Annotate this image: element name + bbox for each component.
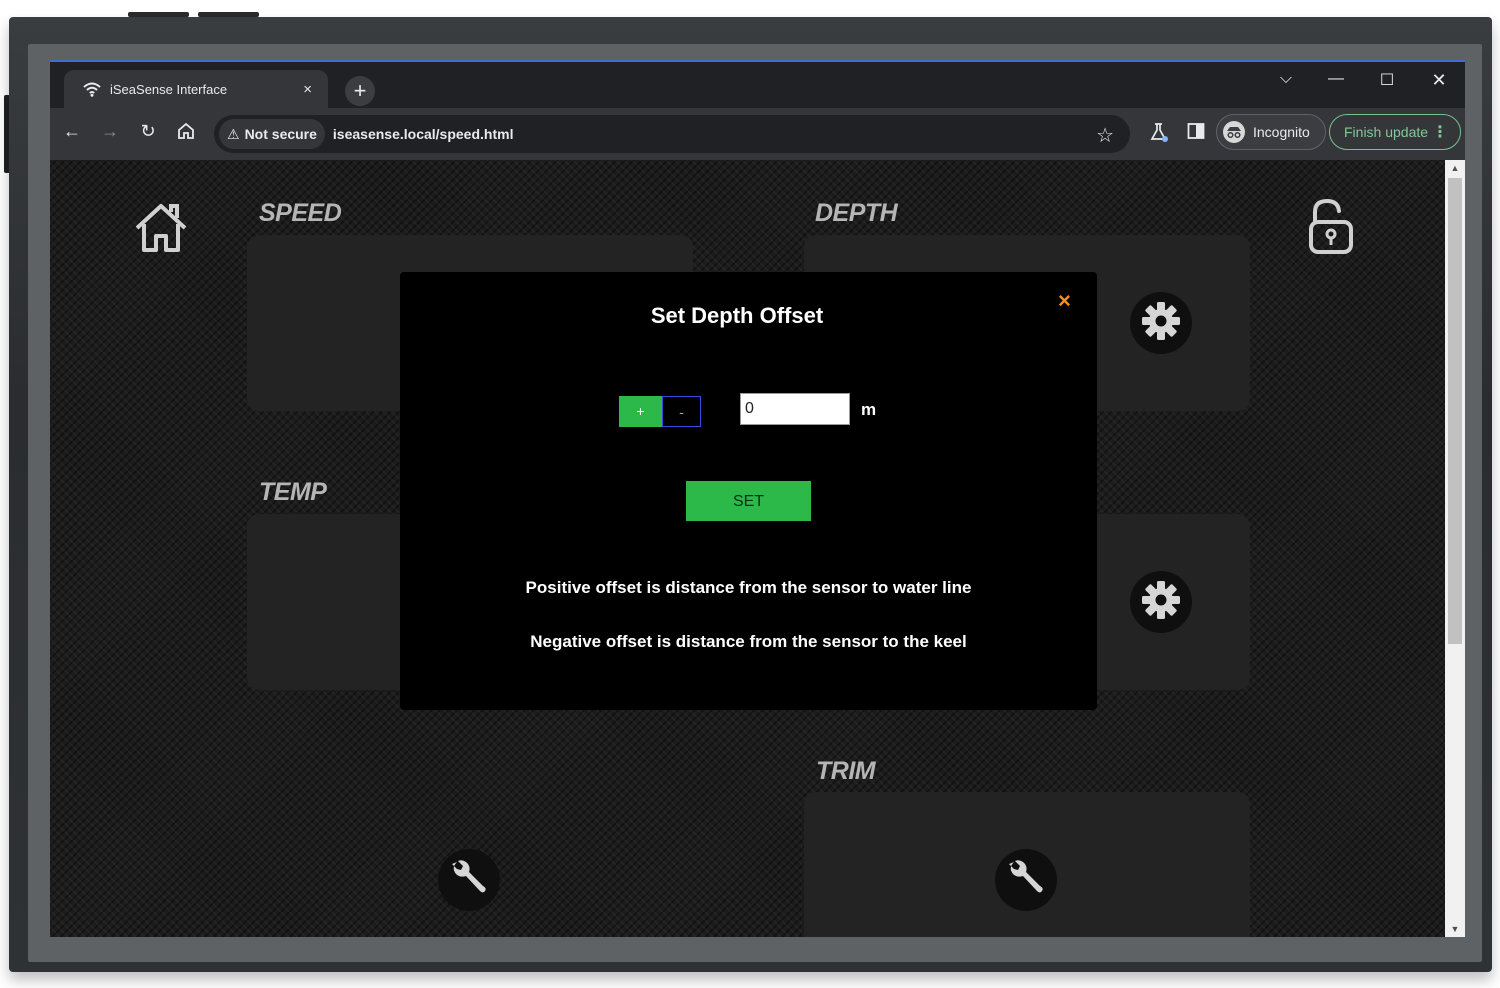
increase-offset-button[interactable]: + <box>619 396 662 427</box>
warning-icon: ⚠ <box>227 125 240 142</box>
gear-icon <box>1140 300 1182 347</box>
speed-section-title: SPEED <box>259 199 342 227</box>
tab-title: iSeaSense Interface <box>110 81 228 97</box>
incognito-button[interactable]: Incognito <box>1216 114 1326 150</box>
decrease-offset-button[interactable]: - <box>662 396 701 427</box>
finish-update-label: Finish update <box>1344 124 1429 140</box>
home-icon[interactable] <box>173 122 199 145</box>
trim-tools-button[interactable] <box>995 849 1057 911</box>
maximize-icon[interactable]: ☐ <box>1367 70 1407 90</box>
scroll-down-arrow-icon[interactable]: ▼ <box>1445 921 1465 937</box>
bookmark-star-icon[interactable]: ☆ <box>1096 123 1114 148</box>
depth-settings-button[interactable] <box>1130 292 1192 354</box>
negative-offset-info: Negative offset is distance from the sen… <box>530 632 967 651</box>
wifi-icon <box>82 79 102 99</box>
unlock-icon[interactable] <box>1305 198 1361 263</box>
scroll-up-arrow-icon[interactable]: ▲ <box>1445 160 1465 176</box>
modal-close-icon[interactable]: × <box>1058 288 1071 314</box>
gear-icon <box>1140 579 1182 626</box>
security-chip-label: Not secure <box>244 126 317 142</box>
set-offset-button[interactable]: SET <box>686 481 811 521</box>
left-tools-button[interactable] <box>438 849 500 911</box>
minimize-icon[interactable]: — <box>1316 70 1356 88</box>
incognito-label: Incognito <box>1253 124 1310 140</box>
more-menu-icon[interactable]: ⋮ <box>1432 122 1448 142</box>
wrench-icon <box>449 858 489 903</box>
modal-title: Set Depth Offset <box>650 303 824 328</box>
close-window-icon[interactable]: ✕ <box>1419 70 1459 91</box>
browser-toolbar: ← → ↻ ⚠ Not secure iseasense.local/speed… <box>50 108 1465 160</box>
offset-input[interactable] <box>740 393 850 425</box>
temp-section-title: TEMP <box>259 478 327 506</box>
security-chip[interactable]: ⚠ Not secure <box>219 119 325 149</box>
temp-settings-button[interactable] <box>1130 571 1192 633</box>
scrollbar-thumb[interactable] <box>1448 178 1462 644</box>
wrench-icon <box>1006 858 1046 903</box>
positive-offset-info: Positive offset is distance from the sen… <box>525 578 972 597</box>
side-panel-icon[interactable] <box>1187 122 1205 145</box>
reload-icon[interactable]: ↻ <box>135 121 161 142</box>
address-bar[interactable]: ⚠ Not secure iseasense.local/speed.html … <box>214 115 1130 153</box>
tab-search-icon[interactable]: ⌵ <box>1266 70 1306 88</box>
depth-offset-modal: Set Depth Offset × + - m SET Positive of… <box>400 272 1097 710</box>
new-tab-button[interactable]: + <box>345 76 375 106</box>
labs-flask-icon[interactable] <box>1149 122 1169 147</box>
tab-iseasense[interactable]: iSeaSense Interface × <box>64 70 328 108</box>
forward-icon[interactable]: → <box>97 121 123 142</box>
offset-unit-label: m <box>861 400 877 419</box>
back-icon[interactable]: ← <box>59 121 85 142</box>
page-content: SPEED DEPTH TEMP TRIM Set Depth Offset ×… <box>50 160 1445 937</box>
browser-window: iSeaSense Interface × + ⌵ — ☐ ✕ ← → ↻ ⚠ … <box>50 60 1465 937</box>
tab-strip: iSeaSense Interface × + ⌵ — ☐ ✕ <box>50 62 1465 108</box>
depth-section-title: DEPTH <box>815 199 898 227</box>
incognito-icon <box>1223 121 1245 143</box>
url-text: iseasense.local/speed.html <box>332 126 514 142</box>
page-scrollbar[interactable]: ▲ ▼ <box>1445 160 1465 937</box>
tab-close-icon[interactable]: × <box>303 81 312 98</box>
finish-update-button[interactable]: Finish update ⋮ <box>1329 114 1461 150</box>
trim-section-title: TRIM <box>816 757 876 785</box>
home-nav-icon[interactable] <box>133 200 189 261</box>
